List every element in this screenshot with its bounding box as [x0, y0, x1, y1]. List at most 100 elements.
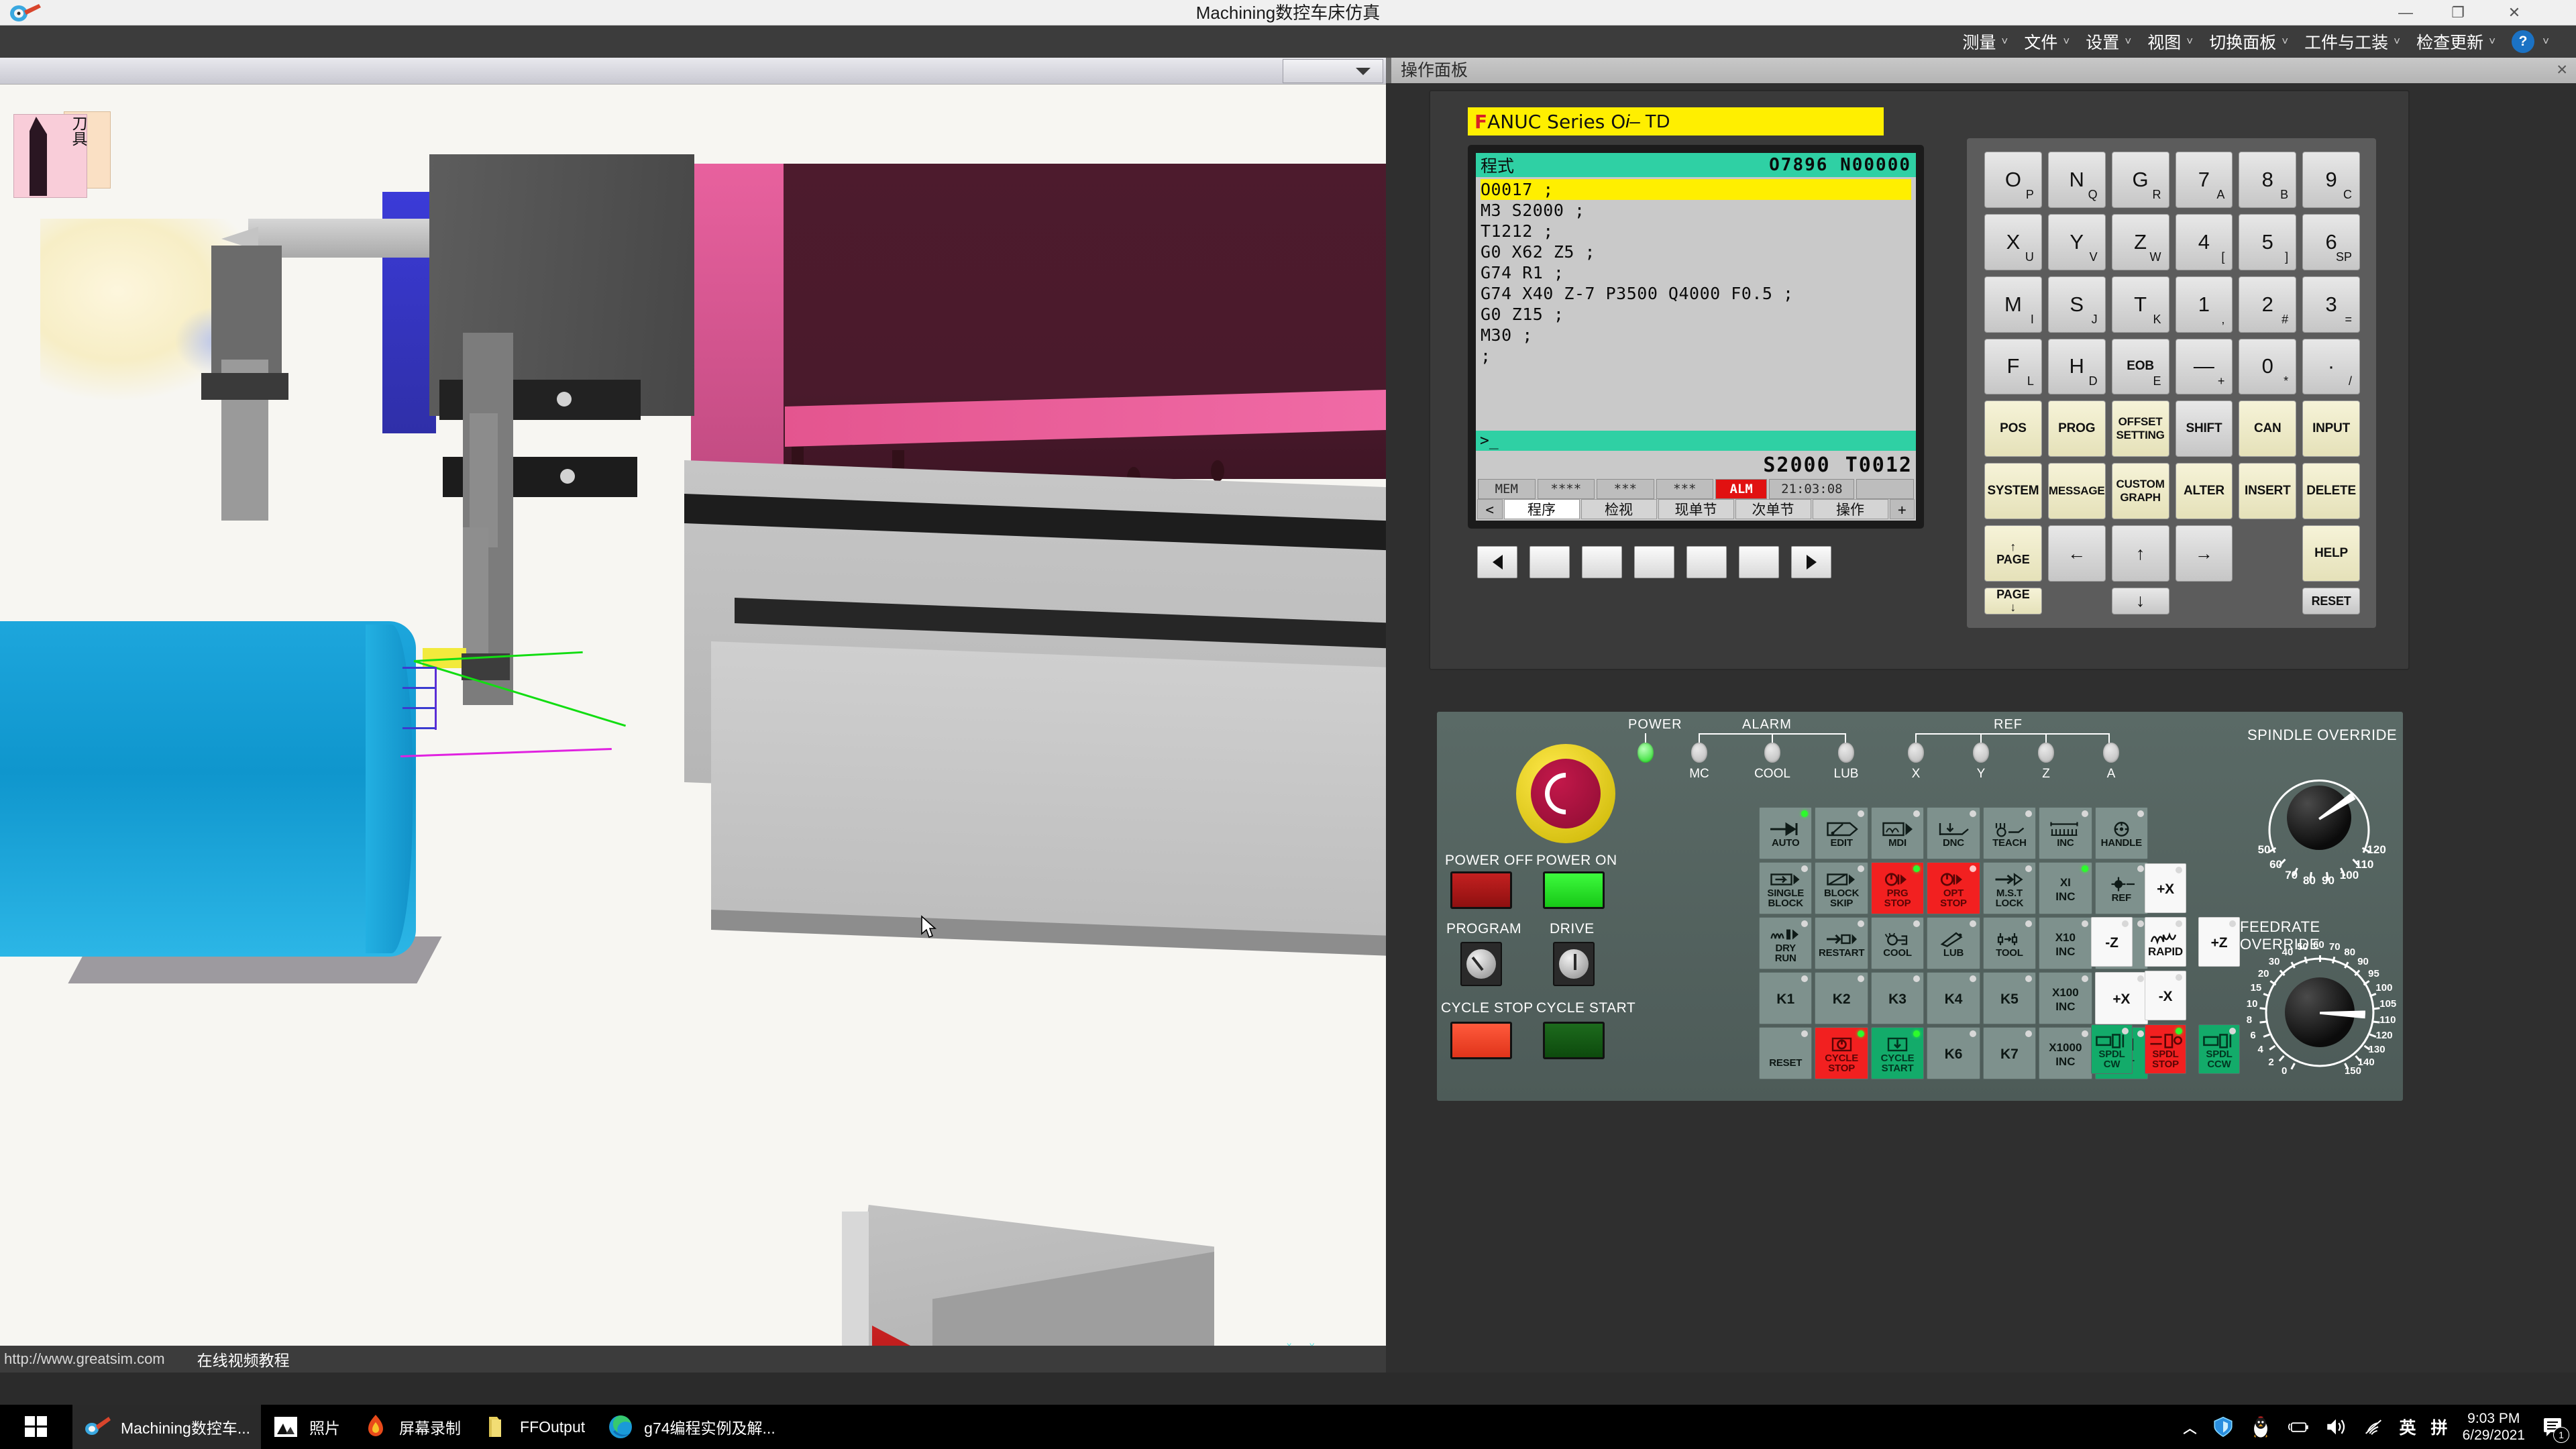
jog-minus-x-button[interactable]: -X	[2145, 971, 2186, 1020]
penguin-icon[interactable]	[2249, 1415, 2272, 1438]
mode-button-teach[interactable]: TEACH	[1982, 807, 2037, 859]
keypad-key-input[interactable]: INPUT	[2302, 400, 2360, 458]
keypad-key-y[interactable]: YV	[2047, 213, 2106, 270]
keypad-key-0[interactable]: 0 *	[2239, 338, 2297, 395]
mode-button-lub[interactable]: LUB	[1927, 917, 1980, 969]
jog-minus-z-button[interactable]: -Z	[2091, 917, 2133, 967]
mode-button-x100-inc[interactable]: X100 INC	[2039, 972, 2092, 1024]
taskbar-item-0[interactable]: Machining数控车...	[72, 1405, 262, 1449]
machine-scene[interactable]: 刀具	[0, 85, 1386, 1373]
taskbar-item-4[interactable]: g74编程实例及解...	[596, 1405, 786, 1449]
taskbar-item-1[interactable]: 照片	[261, 1405, 351, 1449]
mode-button-auto[interactable]: AUTO	[1759, 807, 1813, 859]
mode-button-cycle-stop[interactable]: CYCLE STOP	[1815, 1027, 1868, 1079]
screen-softkey-4[interactable]: 次单节	[1735, 499, 1811, 519]
spindle-override-dial[interactable]: 50 60 70 80 90 100 110 120	[2252, 751, 2386, 887]
keypad-key-pos[interactable]: POS	[1984, 400, 2042, 458]
keypad-key-prog[interactable]: PROG	[2047, 400, 2106, 458]
ime-mode-indicator[interactable]: 拼	[2431, 1415, 2448, 1439]
mode-button-mdi[interactable]: MDI	[1870, 807, 1925, 859]
cnc-screen[interactable]: 程式 O7896 N00000 O0017 ; M3 S2000 ; T1212 ;…	[1476, 153, 1916, 521]
keypad-key-4[interactable]: 4[	[2175, 213, 2233, 270]
keypad-key-system[interactable]: SYSTEM	[1984, 463, 2042, 520]
mode-button-inc[interactable]: INC	[2039, 807, 2092, 859]
keypad-key-h[interactable]: HD	[2047, 338, 2106, 395]
keypad-key-n[interactable]: NQ	[2047, 152, 2106, 208]
keypad-key-↓[interactable]: ↓	[2111, 587, 2169, 614]
softkey-button-0[interactable]	[1477, 546, 1517, 578]
mode-button-reset[interactable]: RESET	[1759, 1027, 1813, 1079]
softkey-button-4[interactable]	[1686, 546, 1727, 578]
jog-plus-z-button[interactable]: +Z	[2198, 917, 2240, 967]
3d-viewport[interactable]: Machining1 刀具	[0, 58, 1386, 1373]
menu-item-2[interactable]: 设置 ˅	[2079, 25, 2141, 58]
mode-button-restart[interactable]: RESTART	[1815, 917, 1868, 969]
shield-icon[interactable]	[2212, 1415, 2235, 1438]
keypad-key-x[interactable]: XU	[1984, 213, 2042, 270]
keypad-key-→[interactable]: →	[2175, 525, 2233, 582]
drive-key-switch[interactable]	[1553, 942, 1595, 986]
softkey-button-2[interactable]	[1582, 546, 1622, 578]
keypad-key-can[interactable]: CAN	[2239, 400, 2297, 458]
menu-item-4[interactable]: 切换面板 ˅	[2202, 25, 2298, 58]
keypad-key-f[interactable]: FL	[1984, 338, 2042, 395]
keypad-key-offset-setting[interactable]: OFFSET SETTING	[2111, 400, 2169, 458]
keypad-key-page-↓[interactable]: PAGE ↓	[1984, 587, 2042, 614]
softkey-button-1[interactable]	[1529, 546, 1570, 578]
menu-item-6[interactable]: 检查更新 ˅	[2410, 25, 2505, 58]
mode-button-ref[interactable]: REF	[2094, 862, 2148, 914]
keypad-key-·[interactable]: · /	[2302, 338, 2360, 395]
mode-button-k7[interactable]: K7	[1982, 1027, 2037, 1079]
keypad-key-2[interactable]: 2 #	[2239, 276, 2297, 333]
keypad-key-custom-graph[interactable]: CUSTOM GRAPH	[2111, 463, 2169, 520]
keypad-key-g[interactable]: GR	[2111, 152, 2169, 208]
spindle-stop-button[interactable]: SPDL STOP	[2145, 1024, 2186, 1074]
panel-close-icon[interactable]: ✕	[2556, 58, 2568, 83]
keypad-key-z[interactable]: ZW	[2111, 213, 2169, 270]
taskbar-item-3[interactable]: FFOutput	[472, 1405, 596, 1449]
spindle-cw-button[interactable]: SPDL CW	[2091, 1024, 2133, 1074]
keypad-key-shift[interactable]: SHIFT	[2175, 400, 2233, 458]
keypad-key-6[interactable]: 6 SP	[2302, 213, 2360, 270]
menu-item-3[interactable]: 视图 ˅	[2141, 25, 2202, 58]
emergency-stop-button[interactable]	[1516, 744, 1615, 843]
softkey-button-5[interactable]	[1739, 546, 1779, 578]
maximize-button[interactable]: ❐	[2434, 0, 2482, 25]
mode-button-k4[interactable]: K4	[1927, 972, 1980, 1024]
mode-button-k6[interactable]: K6	[1927, 1027, 1980, 1079]
battery-icon[interactable]	[2287, 1415, 2310, 1438]
keypad-key-5[interactable]: 5]	[2239, 213, 2297, 270]
mode-button-dnc[interactable]: DNC	[1927, 807, 1980, 859]
keypad-key-alter[interactable]: ALTER	[2175, 463, 2233, 520]
keypad-key-s[interactable]: SJ	[2047, 276, 2106, 333]
status-url[interactable]: http://www.greatsim.com	[4, 1350, 165, 1368]
volume-icon[interactable]	[2324, 1415, 2347, 1438]
keypad-key-delete[interactable]: DELETE	[2302, 463, 2360, 520]
power-off-button[interactable]	[1450, 871, 1512, 909]
keypad-key-eob[interactable]: EOB E	[2111, 338, 2169, 395]
keypad-key-9[interactable]: 9C	[2302, 152, 2360, 208]
mode-button-prg-stop[interactable]: PRG STOP	[1870, 862, 1925, 914]
keypad-key-↑[interactable]: ↑	[2111, 525, 2169, 582]
notifications-icon[interactable]: 1	[2540, 1413, 2569, 1443]
screen-softkey-2[interactable]: 检视	[1580, 499, 1657, 519]
tray-chevron-icon[interactable]: ︿	[2184, 1417, 2197, 1437]
mode-button-xi-inc[interactable]: XI INC	[2039, 862, 2092, 914]
viewport-dropdown[interactable]	[1283, 59, 1383, 83]
mode-button-k2[interactable]: K2	[1815, 972, 1868, 1024]
spindle-ccw-button[interactable]: SPDL CCW	[2198, 1024, 2240, 1074]
mode-button-k5[interactable]: K5	[1982, 972, 2037, 1024]
softkey-button-6[interactable]	[1791, 546, 1831, 578]
keypad-key-7[interactable]: 7A	[2175, 152, 2233, 208]
start-button[interactable]	[0, 1405, 72, 1449]
rapid-button[interactable]: RAPID	[2145, 917, 2186, 967]
keypad-key-↑-page[interactable]: ↑ PAGE	[1984, 525, 2042, 582]
workpiece-cylinder[interactable]	[0, 621, 416, 957]
help-icon[interactable]: ?	[2512, 30, 2535, 53]
status-tutorial-link[interactable]: 在线视频教程	[197, 1348, 290, 1371]
softkey-button-3[interactable]	[1634, 546, 1674, 578]
keypad-key-help[interactable]: HELP	[2302, 525, 2360, 582]
screen-softkey-6[interactable]: +	[1889, 499, 1915, 519]
program-key-switch[interactable]	[1460, 942, 1502, 986]
jog-plus-x-button[interactable]: +X	[2145, 863, 2186, 913]
